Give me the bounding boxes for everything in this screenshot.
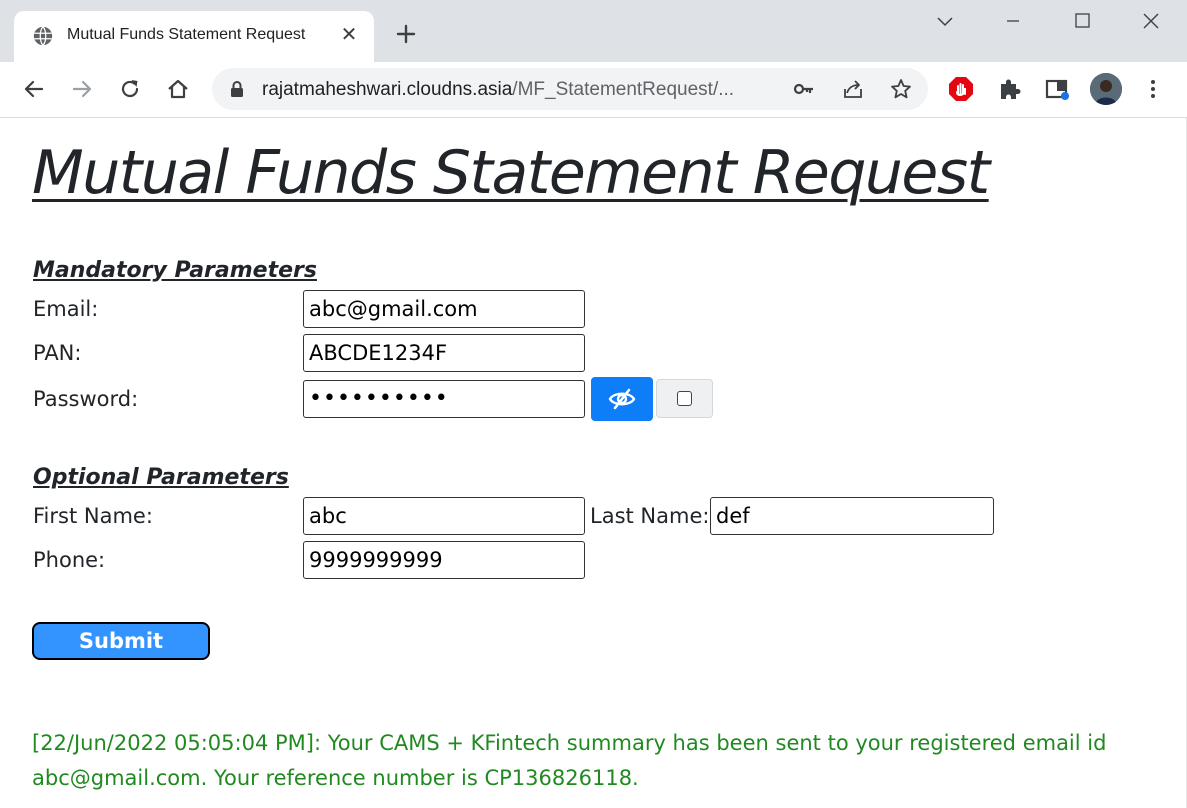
first-name-field[interactable]: abc [303,497,585,535]
last-name-field[interactable]: def [710,497,994,535]
close-icon[interactable]: ✕ [340,23,358,45]
forward-icon[interactable] [69,76,95,102]
password-field[interactable]: •••••••••• [303,380,585,418]
share-icon[interactable] [841,77,865,101]
pan-label: PAN: [33,341,82,365]
eye-slash-icon [608,388,636,410]
optional-heading: Optional Parameters [33,465,289,490]
sidepanel-icon[interactable] [1043,75,1071,103]
email-field[interactable]: abc@gmail.com [303,290,585,328]
chevron-down-icon[interactable] [932,8,958,34]
browser-toolbar: rajatmaheshwari.cloudns.asia/MF_Statemen… [0,62,1187,118]
lock-icon[interactable] [230,81,244,97]
first-name-label: First Name: [33,504,153,528]
home-icon[interactable] [165,76,191,102]
remember-checkbox-button[interactable] [656,379,713,418]
tab-title: Mutual Funds Statement Request [67,26,306,43]
url-path: /MF_StatementRequest/... [512,79,735,100]
mandatory-heading: Mandatory Parameters [33,258,317,283]
profile-photo-icon [1090,73,1122,105]
reload-icon[interactable] [117,76,143,102]
close-window-icon[interactable] [1138,8,1164,34]
back-icon[interactable] [21,76,47,102]
tab-strip: Mutual Funds Statement Request ✕ [0,0,1187,62]
browser-tab[interactable]: Mutual Funds Statement Request ✕ [14,11,374,62]
minimize-icon[interactable] [1000,8,1026,34]
puzzle-icon[interactable] [996,75,1024,103]
toggle-password-button[interactable] [591,377,653,421]
email-label: Email: [33,297,99,321]
pan-field[interactable]: ABCDE1234F [303,334,585,372]
result-message: [22/Jun/2022 05:05:04 PM]: Your CAMS + K… [32,731,1107,790]
avatar[interactable] [1090,73,1122,105]
globe-icon [33,26,53,46]
page-title: Mutual Funds Statement Request [32,138,990,208]
page-content: Mutual Funds Statement Request Mandatory… [0,118,1187,808]
last-name-label: Last Name: [590,504,710,528]
phone-label: Phone: [33,548,106,572]
star-icon[interactable] [889,77,913,101]
submit-button[interactable]: Submit [32,622,210,660]
phone-field[interactable]: 9999999999 [303,541,585,579]
url-domain: rajatmaheshwari.cloudns.asia [262,79,513,100]
password-label: Password: [33,387,139,411]
url-text: rajatmaheshwari.cloudns.asia/MF_Statemen… [262,79,734,101]
more-icon[interactable] [1139,75,1167,103]
adblock-icon[interactable] [947,75,975,103]
maximize-icon[interactable] [1069,8,1095,34]
plus-icon[interactable] [394,22,418,46]
key-icon[interactable] [792,77,816,101]
address-bar[interactable]: rajatmaheshwari.cloudns.asia/MF_Statemen… [212,68,928,110]
checkbox[interactable] [677,391,692,406]
